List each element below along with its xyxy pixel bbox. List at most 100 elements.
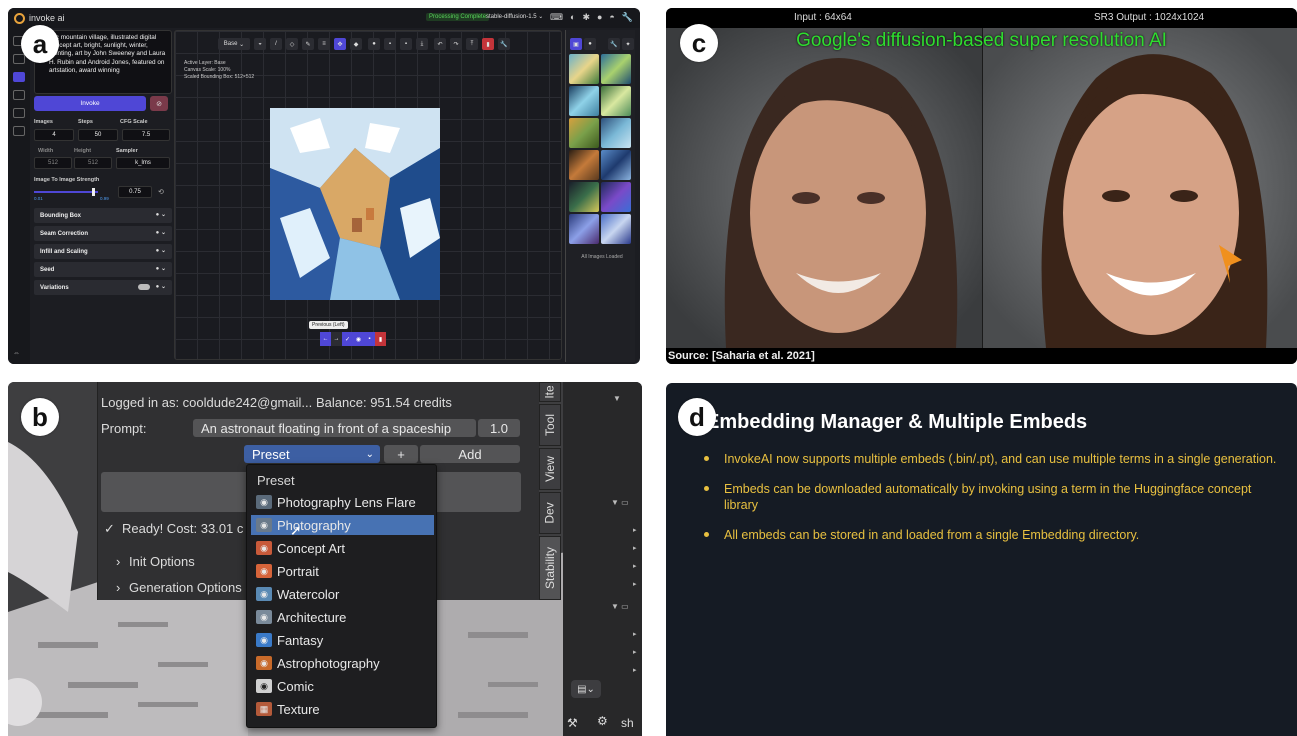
slider-min: 0.01 bbox=[34, 196, 43, 201]
gallery-thumb[interactable] bbox=[601, 182, 631, 212]
mask-icon[interactable]: ◒ bbox=[254, 38, 266, 50]
gallery-thumb[interactable] bbox=[601, 214, 631, 244]
nodes-icon[interactable] bbox=[13, 90, 25, 100]
section-seed[interactable]: Seed ● ⌄ bbox=[34, 262, 172, 277]
undo-icon[interactable]: ↶ bbox=[434, 38, 446, 50]
settings-icon[interactable]: 🔧 bbox=[622, 12, 633, 23]
show-icon[interactable]: ◉ bbox=[353, 332, 364, 346]
section-bounding-box[interactable]: Bounding Box ● ⌄ bbox=[34, 208, 172, 223]
postprocess-icon[interactable] bbox=[13, 108, 25, 118]
trash-icon[interactable]: ▮ bbox=[482, 38, 494, 50]
preset-select[interactable]: Preset ⌄ bbox=[244, 445, 380, 463]
preset-option[interactable]: ◉ Architecture bbox=[247, 607, 438, 627]
images-input[interactable]: 4 bbox=[34, 129, 74, 141]
invoke-button[interactable]: Invoke bbox=[34, 96, 146, 111]
weight-input[interactable]: 1.0 bbox=[478, 419, 520, 437]
preset-option[interactable]: ▦ Texture bbox=[247, 699, 438, 719]
generation-options[interactable]: Generation Options bbox=[129, 580, 242, 595]
model-select[interactable]: stable-diffusion-1.5 ⌄ bbox=[486, 13, 543, 20]
editor-type-icon[interactable]: ▤⌄ bbox=[571, 680, 601, 698]
gallery-thumb[interactable] bbox=[601, 118, 631, 148]
section-seam-correction[interactable]: Seam Correction ● ⌄ bbox=[34, 226, 172, 241]
tab-tool[interactable]: Tool bbox=[539, 404, 561, 446]
redo-icon[interactable]: ↷ bbox=[450, 38, 462, 50]
image-to-image-icon[interactable] bbox=[13, 54, 25, 64]
gallery-thumb[interactable] bbox=[569, 118, 599, 148]
preset-option[interactable]: ◉ Fantasy bbox=[247, 630, 438, 650]
collapse-icon[interactable]: ⇔ bbox=[13, 350, 20, 357]
layer-select[interactable]: Base ⌄ bbox=[218, 38, 250, 50]
reset-view-icon[interactable]: ◆ bbox=[350, 38, 362, 50]
init-options[interactable]: Init Options bbox=[129, 554, 195, 569]
preset-option[interactable]: ◉ Astrophotography bbox=[247, 653, 438, 673]
discord-icon[interactable]: ◓ bbox=[609, 12, 614, 23]
copy-icon[interactable]: ▪ bbox=[400, 38, 412, 50]
cfg-input[interactable]: 7.5 bbox=[122, 129, 170, 141]
preset-option[interactable]: ◉ Photography Lens Flare bbox=[247, 492, 438, 512]
eraser-icon[interactable]: ◇ bbox=[286, 38, 298, 50]
save-icon[interactable]: ▪ bbox=[384, 38, 396, 50]
gallery-thumb[interactable] bbox=[569, 182, 599, 212]
strength-slider[interactable] bbox=[34, 191, 98, 193]
gallery-images-icon[interactable]: ▣ bbox=[570, 38, 582, 50]
gallery-thumb[interactable] bbox=[569, 54, 599, 84]
gallery-user-icon[interactable]: ● bbox=[584, 38, 596, 50]
section-infill-scaling[interactable]: Infill and Scaling ● ⌄ bbox=[34, 244, 172, 259]
gallery-thumb[interactable] bbox=[569, 86, 599, 116]
gallery-thumb[interactable] bbox=[601, 54, 631, 84]
next-icon[interactable]: → bbox=[331, 332, 342, 346]
preset-option[interactable]: ◉ Watercolor bbox=[247, 584, 438, 604]
move-icon[interactable]: ✥ bbox=[334, 38, 346, 50]
prompt-input[interactable]: An astronaut floating in front of a spac… bbox=[193, 419, 476, 437]
hotkeys-icon[interactable]: ⌨ bbox=[550, 12, 563, 23]
tab-dev[interactable]: Dev bbox=[539, 492, 561, 534]
add-button[interactable]: Add bbox=[420, 445, 520, 463]
github-icon[interactable]: ● bbox=[597, 12, 602, 23]
preset-option[interactable]: ◉ Concept Art bbox=[247, 538, 438, 558]
previous-icon[interactable]: ← bbox=[320, 332, 331, 346]
training-icon[interactable] bbox=[13, 126, 25, 136]
save-icon[interactable]: ▪ bbox=[364, 332, 375, 346]
gallery-settings-icon[interactable]: 🔧 bbox=[608, 38, 620, 50]
arrow-down-icon[interactable]: ▼ bbox=[613, 394, 621, 403]
canvas-settings-icon[interactable]: 🔧 bbox=[498, 38, 510, 50]
theme-icon[interactable]: ◐ bbox=[570, 12, 575, 23]
cancel-button[interactable]: ⊘ bbox=[150, 96, 168, 111]
color-picker-icon[interactable]: ✎ bbox=[302, 38, 314, 50]
preset-option[interactable]: ◉ Comic bbox=[247, 676, 438, 696]
tab-item[interactable]: Ite bbox=[539, 382, 561, 402]
width-select[interactable]: 512 bbox=[34, 157, 72, 169]
brush-icon[interactable]: / bbox=[270, 38, 282, 50]
strength-input[interactable]: 0.75 bbox=[118, 186, 152, 198]
tab-stability[interactable]: Stability bbox=[539, 536, 561, 600]
preset-option-selected[interactable]: ◉ Photography bbox=[251, 515, 434, 535]
object-icon[interactable]: ⚙ bbox=[597, 714, 608, 728]
download-icon[interactable]: ⤓ bbox=[416, 38, 428, 50]
discard-icon[interactable]: ▮ bbox=[375, 332, 386, 346]
gallery-thumb[interactable] bbox=[569, 150, 599, 180]
pin-icon[interactable]: ✦ bbox=[622, 38, 634, 50]
merge-icon[interactable]: ● bbox=[368, 38, 380, 50]
strength-slider-handle[interactable] bbox=[92, 188, 95, 196]
gallery-thumb[interactable] bbox=[601, 150, 631, 180]
bug-icon[interactable]: ✱ bbox=[582, 12, 590, 23]
arrow-down-icon[interactable]: ▼ ▭ bbox=[611, 602, 629, 611]
sampler-select[interactable]: k_lms bbox=[116, 157, 170, 169]
accept-icon[interactable]: ✓ bbox=[342, 332, 353, 346]
add-plus-button[interactable]: + bbox=[384, 445, 418, 463]
images-label: Images bbox=[34, 119, 53, 125]
variations-toggle[interactable] bbox=[138, 284, 150, 290]
tool-icon[interactable]: ⚒ bbox=[567, 716, 578, 730]
unified-canvas-icon[interactable] bbox=[13, 72, 25, 82]
section-variations[interactable]: Variations ● ⌄ bbox=[34, 280, 172, 295]
steps-input[interactable]: 50 bbox=[78, 129, 118, 141]
arrow-down-icon[interactable]: ▼ ▭ bbox=[611, 498, 629, 507]
tab-view[interactable]: View bbox=[539, 448, 561, 490]
menu-icon[interactable]: ≡ bbox=[318, 38, 330, 50]
upload-icon[interactable]: ⤒ bbox=[466, 38, 478, 50]
gallery-thumb[interactable] bbox=[601, 86, 631, 116]
reset-icon[interactable]: ⟲ bbox=[158, 188, 164, 196]
height-select[interactable]: 512 bbox=[74, 157, 112, 169]
preset-option[interactable]: ◉ Portrait bbox=[247, 561, 438, 581]
gallery-thumb[interactable] bbox=[569, 214, 599, 244]
